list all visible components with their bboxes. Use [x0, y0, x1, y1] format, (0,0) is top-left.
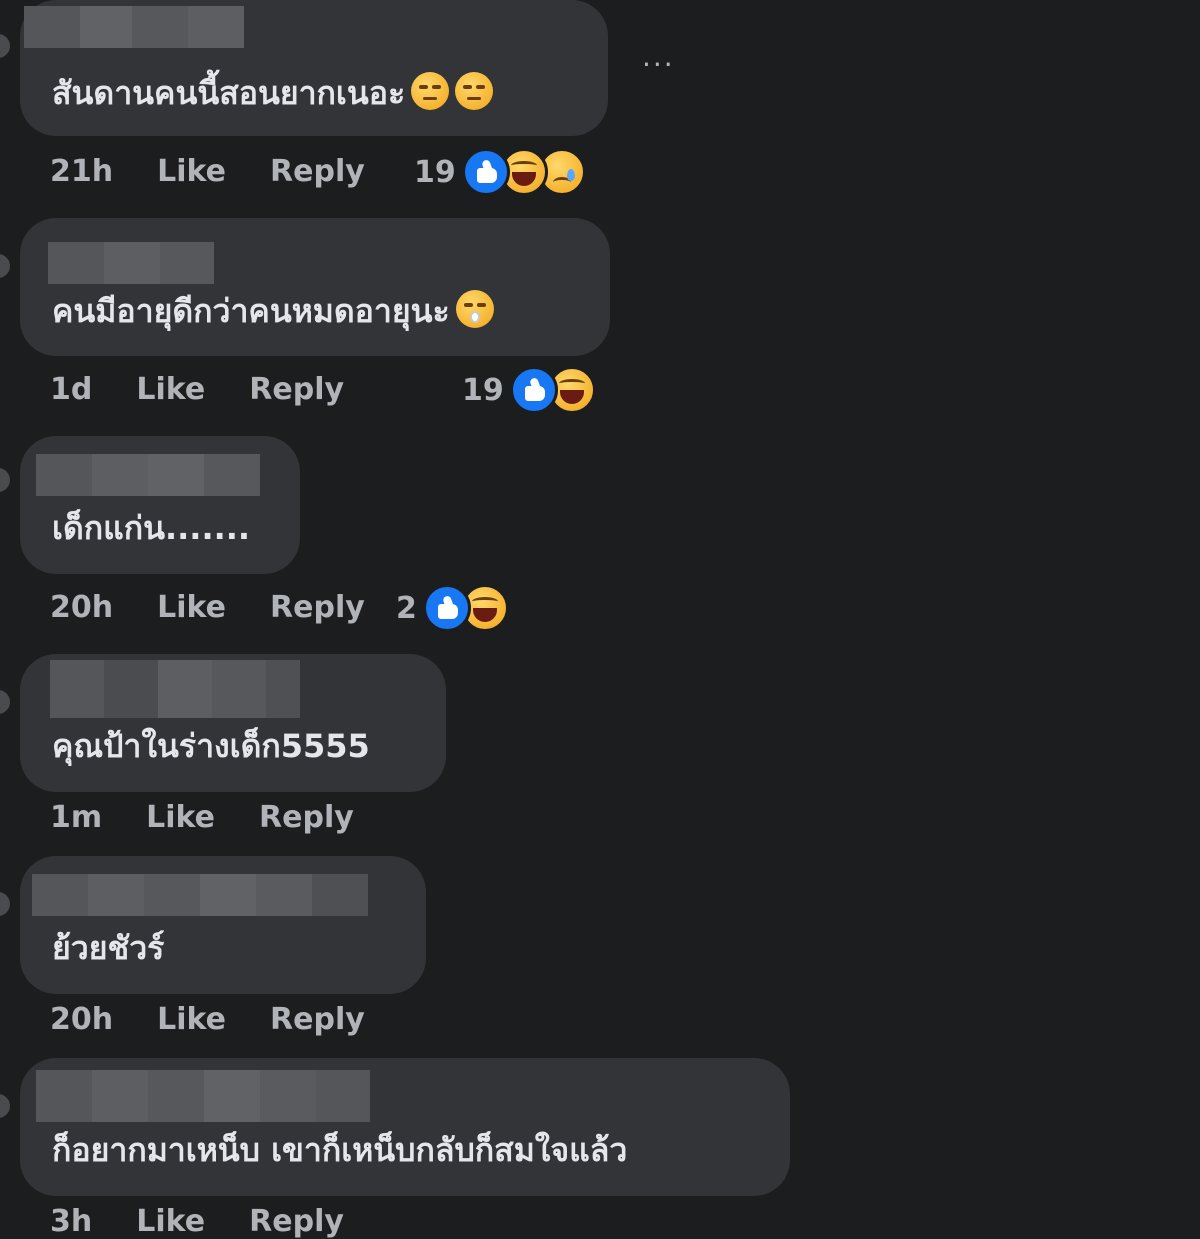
blurred-author-name[interactable] — [36, 1070, 370, 1122]
comment-actions: 1m Like Reply — [50, 800, 354, 835]
like-button[interactable]: Like — [136, 372, 205, 407]
reaction-summary[interactable]: 2 — [396, 584, 509, 632]
reaction-count: 2 — [396, 590, 417, 626]
avatar[interactable] — [0, 254, 10, 278]
comment-bubble: เด็กแก่น....... — [20, 436, 300, 574]
reaction-count: 19 — [462, 372, 504, 408]
blurred-author-name[interactable] — [32, 874, 368, 916]
like-button[interactable]: Like — [146, 800, 215, 835]
comment-text: คุณป้าในร่างเด็ก5555 — [52, 727, 370, 765]
comment-text: ก็อยากมาเหน็บ เขาก็เหน็บกลับก็สมใจแล้ว — [52, 1131, 628, 1169]
shushing-emoji-icon — [455, 290, 494, 328]
timestamp[interactable]: 1m — [50, 800, 102, 835]
comment-text: เด็กแก่น....... — [52, 509, 251, 547]
like-button[interactable]: Like — [157, 154, 226, 189]
blurred-author-name[interactable] — [24, 6, 244, 48]
comment-actions: 20h Like Reply — [50, 590, 365, 625]
timestamp[interactable]: 1d — [50, 372, 92, 407]
like-reaction-icon — [509, 366, 558, 414]
reply-button[interactable]: Reply — [259, 800, 354, 835]
like-button[interactable]: Like — [157, 590, 226, 625]
like-button[interactable]: Like — [136, 1204, 205, 1239]
comment-text: สันดานคนนี้สอนยากเนอะ — [52, 72, 494, 113]
blurred-author-name[interactable] — [50, 660, 300, 718]
timestamp[interactable]: 20h — [50, 590, 113, 625]
timestamp[interactable]: 20h — [50, 1002, 113, 1037]
avatar[interactable] — [0, 690, 10, 714]
comment-bubble: สันดานคนนี้สอนยากเนอะ — [20, 0, 608, 136]
comment-actions: 3h Like Reply — [50, 1204, 344, 1239]
blurred-author-name[interactable] — [36, 454, 260, 496]
more-options-icon[interactable]: ··· — [642, 48, 675, 81]
comment-actions: 20h Like Reply — [50, 1002, 365, 1037]
comment-actions: 1d Like Reply — [50, 372, 344, 407]
comment-bubble: ย้วยชัวร์ — [20, 856, 426, 994]
timestamp[interactable]: 21h — [50, 154, 113, 189]
timestamp[interactable]: 3h — [50, 1204, 92, 1239]
unamused-emoji-icon — [411, 72, 450, 110]
blurred-author-name[interactable] — [48, 242, 214, 284]
comment-text: คนมีอายุดีกว่าคนหมดอายุนะ — [52, 290, 494, 331]
reply-button[interactable]: Reply — [270, 1002, 365, 1037]
comment-bubble: คุณป้าในร่างเด็ก5555 — [20, 654, 446, 792]
comment-bubble: คนมีอายุดีกว่าคนหมดอายุนะ — [20, 218, 610, 356]
reply-button[interactable]: Reply — [270, 154, 365, 189]
like-reaction-icon — [461, 148, 510, 196]
like-button[interactable]: Like — [157, 1002, 226, 1037]
reply-button[interactable]: Reply — [249, 372, 344, 407]
reaction-summary[interactable]: 19 — [414, 148, 586, 196]
reaction-summary[interactable]: 19 — [462, 366, 596, 414]
reaction-count: 19 — [414, 154, 456, 190]
comment-bubble: ก็อยากมาเหน็บ เขาก็เหน็บกลับก็สมใจแล้ว — [20, 1058, 790, 1196]
like-reaction-icon — [422, 584, 471, 632]
unamused-emoji-icon — [455, 72, 494, 110]
avatar[interactable] — [0, 892, 10, 916]
reply-button[interactable]: Reply — [249, 1204, 344, 1239]
avatar[interactable] — [0, 468, 10, 492]
comment-text: ย้วยชัวร์ — [52, 929, 165, 967]
reply-button[interactable]: Reply — [270, 590, 365, 625]
comment-actions: 21h Like Reply — [50, 154, 365, 189]
avatar[interactable] — [0, 34, 10, 58]
avatar[interactable] — [0, 1094, 10, 1118]
